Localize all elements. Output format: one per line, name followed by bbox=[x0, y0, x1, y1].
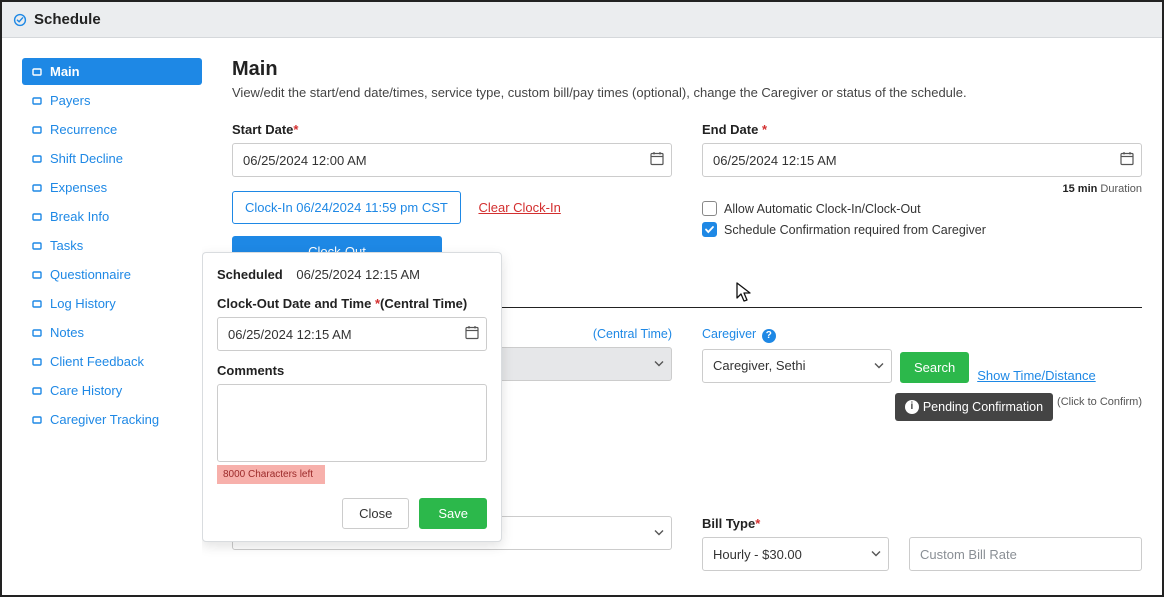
help-icon[interactable]: ? bbox=[762, 329, 776, 343]
sidebar-bullet-icon bbox=[32, 183, 42, 193]
sidebar-bullet-icon bbox=[32, 241, 42, 251]
start-date-col: Start Date* Clock-In 06/24/2024 11:59 pm… bbox=[232, 122, 672, 267]
checkbox-unchecked-icon[interactable] bbox=[702, 201, 717, 216]
app-frame: Schedule Main Payers Recurrence Shift De… bbox=[0, 0, 1164, 597]
sidebar-bullet-icon bbox=[32, 212, 42, 222]
popover-close-button[interactable]: Close bbox=[342, 498, 409, 529]
sidebar-item-label: Client Feedback bbox=[50, 354, 144, 369]
caregiver-select[interactable] bbox=[702, 349, 892, 383]
info-icon: i bbox=[905, 400, 919, 414]
sidebar-bullet-icon bbox=[32, 328, 42, 338]
sidebar-item-payers[interactable]: Payers bbox=[22, 87, 202, 114]
sidebar-item-log-history[interactable]: Log History bbox=[22, 290, 202, 317]
sidebar-item-recurrence[interactable]: Recurrence bbox=[22, 116, 202, 143]
click-to-confirm-hint: (Click to Confirm) bbox=[1057, 396, 1142, 408]
search-button[interactable]: Search bbox=[900, 352, 969, 383]
end-date-col: End Date * 15 min Duration Allow Automat… bbox=[702, 122, 1142, 267]
sidebar-item-tasks[interactable]: Tasks bbox=[22, 232, 202, 259]
sidebar-bullet-icon bbox=[32, 96, 42, 106]
bill-type-select[interactable] bbox=[702, 537, 889, 571]
pending-confirmation-badge[interactable]: i Pending Confirmation bbox=[895, 393, 1053, 421]
calendar-icon[interactable] bbox=[650, 152, 664, 169]
show-time-distance-link[interactable]: Show Time/Distance bbox=[977, 368, 1096, 383]
sidebar-item-care-history[interactable]: Care History bbox=[22, 377, 202, 404]
sidebar-item-shift-decline[interactable]: Shift Decline bbox=[22, 145, 202, 172]
bill-type-label: Bill Type* bbox=[702, 516, 1142, 531]
end-date-label: End Date * bbox=[702, 122, 1142, 137]
sidebar: Main Payers Recurrence Shift Decline Exp… bbox=[22, 58, 202, 595]
sidebar-item-label: Questionnaire bbox=[50, 267, 131, 282]
sidebar-item-notes[interactable]: Notes bbox=[22, 319, 202, 346]
popover-save-button[interactable]: Save bbox=[419, 498, 487, 529]
clear-clock-in-link[interactable]: Clear Clock-In bbox=[478, 200, 560, 215]
end-date-input[interactable] bbox=[702, 143, 1142, 177]
sidebar-bullet-icon bbox=[32, 154, 42, 164]
date-row: Start Date* Clock-In 06/24/2024 11:59 pm… bbox=[232, 122, 1142, 267]
sidebar-item-caregiver-tracking[interactable]: Caregiver Tracking bbox=[22, 406, 202, 433]
sidebar-item-label: Log History bbox=[50, 296, 116, 311]
comments-textarea[interactable] bbox=[217, 384, 487, 462]
clock-out-popover: Scheduled 06/25/2024 12:15 AM Clock-Out … bbox=[202, 252, 502, 542]
sidebar-bullet-icon bbox=[32, 125, 42, 135]
schedule-header-icon bbox=[12, 12, 28, 28]
sidebar-bullet-icon bbox=[32, 415, 42, 425]
sched-confirm-label: Schedule Confirmation required from Care… bbox=[724, 223, 986, 237]
sidebar-bullet-icon bbox=[32, 386, 42, 396]
caregiver-label: Caregiver bbox=[702, 327, 756, 341]
sidebar-bullet-icon bbox=[32, 357, 42, 367]
sidebar-item-expenses[interactable]: Expenses bbox=[22, 174, 202, 201]
duration-display: 15 min Duration bbox=[702, 183, 1142, 195]
auto-clock-checkbox-row[interactable]: Allow Automatic Clock-In/Clock-Out bbox=[702, 201, 1142, 216]
sidebar-item-label: Tasks bbox=[50, 238, 83, 253]
start-date-input[interactable] bbox=[232, 143, 672, 177]
sidebar-bullet-icon bbox=[32, 299, 42, 309]
content-wrap: Main Payers Recurrence Shift Decline Exp… bbox=[2, 38, 1162, 595]
sched-confirm-checkbox-row[interactable]: Schedule Confirmation required from Care… bbox=[702, 222, 1142, 237]
sidebar-item-label: Recurrence bbox=[50, 122, 117, 137]
sidebar-item-label: Notes bbox=[50, 325, 84, 340]
start-date-label: Start Date* bbox=[232, 122, 672, 137]
page-subtitle: View/edit the start/end date/times, serv… bbox=[232, 85, 1142, 100]
sidebar-item-main[interactable]: Main bbox=[22, 58, 202, 85]
scheduled-row: Scheduled 06/25/2024 12:15 AM bbox=[217, 267, 487, 282]
auto-clock-label: Allow Automatic Clock-In/Clock-Out bbox=[724, 202, 921, 216]
sidebar-item-questionnaire[interactable]: Questionnaire bbox=[22, 261, 202, 288]
sidebar-item-label: Shift Decline bbox=[50, 151, 123, 166]
calendar-icon[interactable] bbox=[1120, 152, 1134, 169]
central-time-hint: (Central Time) bbox=[593, 327, 672, 341]
sidebar-item-label: Break Info bbox=[50, 209, 109, 224]
clock-out-datetime-input[interactable] bbox=[217, 317, 487, 351]
sidebar-item-label: Expenses bbox=[50, 180, 107, 195]
calendar-icon[interactable] bbox=[465, 326, 479, 343]
header-bar: Schedule bbox=[2, 2, 1162, 38]
sidebar-bullet-icon bbox=[32, 67, 42, 77]
sidebar-item-label: Main bbox=[50, 64, 80, 79]
header-title: Schedule bbox=[34, 11, 101, 28]
comments-label: Comments bbox=[217, 363, 487, 378]
sidebar-item-label: Caregiver Tracking bbox=[50, 412, 159, 427]
page-title: Main bbox=[232, 58, 1142, 81]
sidebar-item-client-feedback[interactable]: Client Feedback bbox=[22, 348, 202, 375]
clock-out-dt-label: Clock-Out Date and Time *(Central Time) bbox=[217, 296, 487, 311]
sidebar-item-label: Care History bbox=[50, 383, 122, 398]
sidebar-item-label: Payers bbox=[50, 93, 90, 108]
sidebar-item-break-info[interactable]: Break Info bbox=[22, 203, 202, 230]
checkbox-checked-icon[interactable] bbox=[702, 222, 717, 237]
chars-left-badge: 8000 Characters left bbox=[217, 465, 325, 484]
sidebar-bullet-icon bbox=[32, 270, 42, 280]
clock-in-button[interactable]: Clock-In 06/24/2024 11:59 pm CST bbox=[232, 191, 461, 224]
custom-bill-rate-input[interactable] bbox=[909, 537, 1142, 571]
main-panel: Main View/edit the start/end date/times,… bbox=[202, 58, 1162, 595]
